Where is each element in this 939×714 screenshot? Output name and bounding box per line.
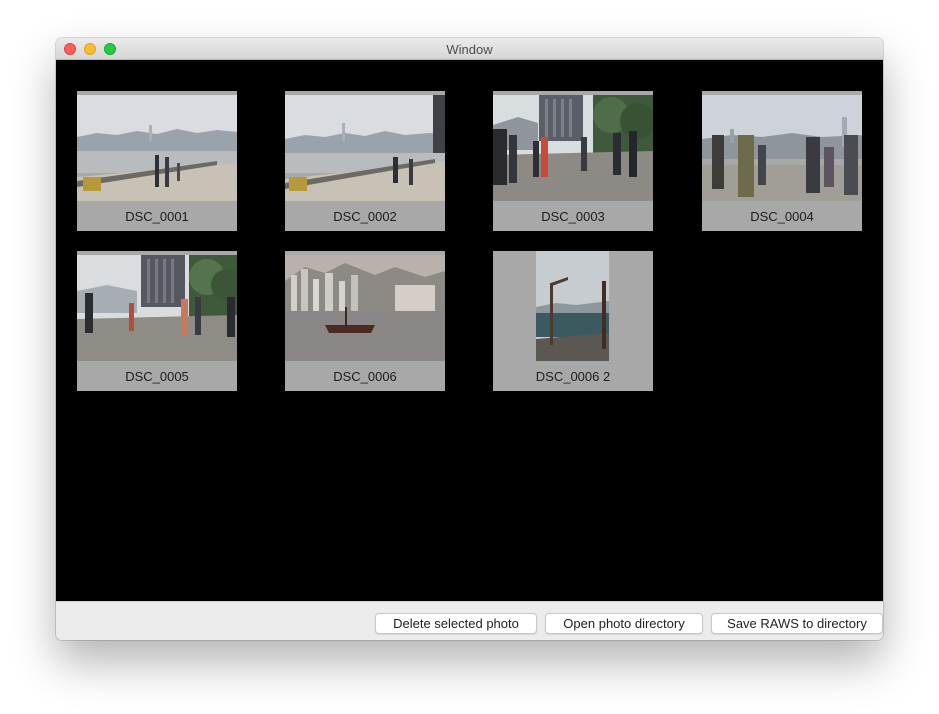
photo-label: DSC_0004 [750, 209, 814, 224]
photo-tile[interactable]: DSC_0005 [77, 251, 237, 391]
photo-tile[interactable]: DSC_0001 [77, 91, 237, 231]
photo-thumbnail [536, 251, 609, 361]
photo-label: DSC_0005 [125, 369, 189, 384]
photo-thumbnail [77, 95, 237, 201]
photo-label: DSC_0006 2 [535, 369, 611, 384]
app-window: Window DSC_0001 DSC_0002 DSC_0003 DSC_00… [56, 38, 883, 640]
photo-thumbnail [493, 95, 653, 201]
delete-selected-photo-button[interactable]: Delete selected photo [375, 613, 537, 634]
photo-tile[interactable]: DSC_0002 [285, 91, 445, 231]
window-title: Window [446, 42, 493, 57]
photo-thumbnail [285, 95, 445, 201]
photo-thumbnail [77, 255, 237, 361]
photo-label: DSC_0001 [125, 209, 189, 224]
photo-label: DSC_0003 [541, 209, 605, 224]
photo-tile[interactable]: DSC_0003 [493, 91, 653, 231]
photo-thumbnail [702, 95, 862, 201]
save-raws-to-directory-button[interactable]: Save RAWS to directory [711, 613, 883, 634]
open-photo-directory-button[interactable]: Open photo directory [545, 613, 703, 634]
photo-tile[interactable]: DSC_0006 [285, 251, 445, 391]
photo-label: DSC_0006 [333, 369, 397, 384]
photo-tile[interactable]: DSC_0006 2 [493, 251, 653, 391]
photo-grid[interactable]: DSC_0001 DSC_0002 DSC_0003 DSC_0004 DSC_… [56, 60, 883, 601]
bottom-toolbar: Delete selected photo Open photo directo… [56, 601, 883, 640]
photo-thumbnail [285, 255, 445, 361]
title-bar[interactable]: Window [56, 38, 883, 60]
photo-tile[interactable]: DSC_0004 [702, 91, 862, 231]
photo-label: DSC_0002 [333, 209, 397, 224]
